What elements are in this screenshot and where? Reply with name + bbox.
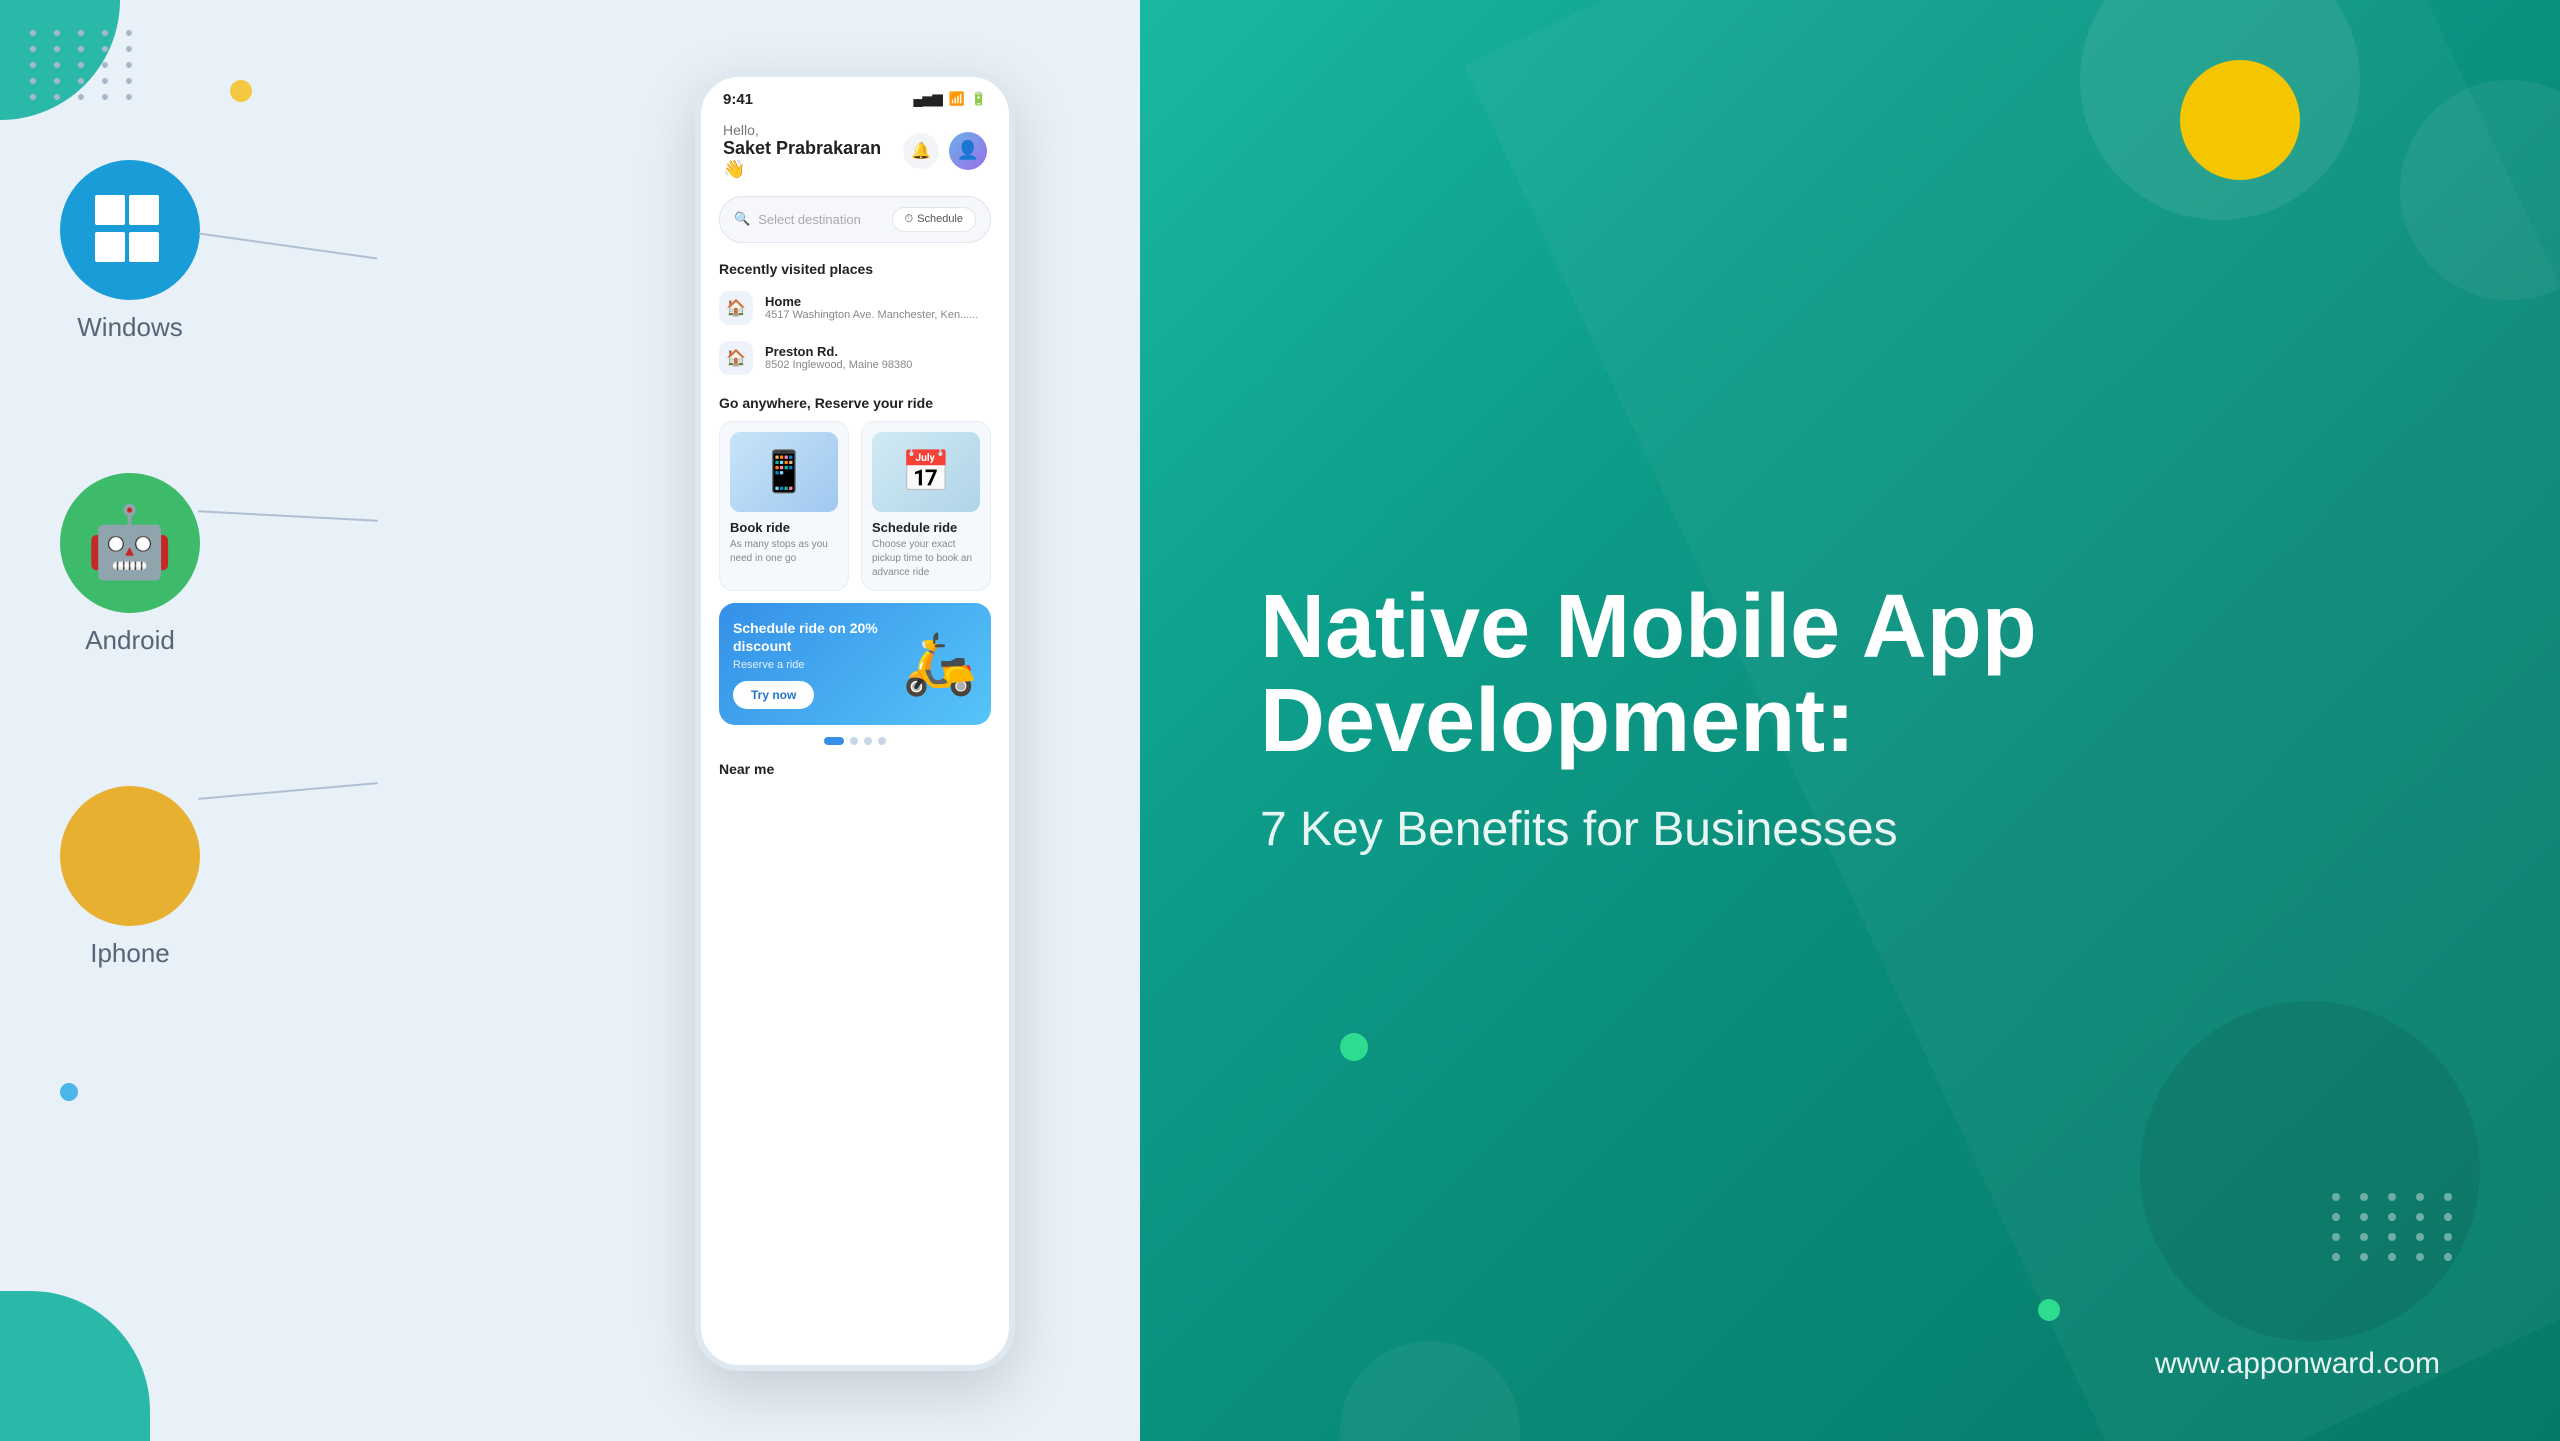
- main-title-line1: Native Mobile App: [1260, 577, 2037, 677]
- bg-circle-3: [2140, 1001, 2480, 1341]
- yellow-circle-top: [2180, 60, 2300, 180]
- windows-circle: [60, 160, 200, 300]
- book-ride-card[interactable]: 📱 Book ride As many stops as you need in…: [719, 421, 849, 591]
- connector-android: [198, 510, 378, 521]
- recently-visited-title: Recently visited places: [701, 249, 1009, 283]
- main-heading: Native Mobile App Development:: [1260, 580, 2440, 769]
- promo-subtitle: Reserve a ride: [733, 659, 902, 671]
- preston-icon: 🏠: [719, 341, 753, 375]
- connector-windows: [199, 232, 378, 259]
- dot-2: [850, 737, 858, 745]
- iphone-circle: [60, 786, 200, 926]
- clock-icon: ⏱: [905, 213, 914, 226]
- greeting-text: Hello, Saket Prabrakaran 👋: [723, 122, 903, 180]
- schedule-button[interactable]: ⏱ Schedule: [892, 207, 976, 232]
- dot-3: [864, 737, 872, 745]
- search-placeholder: Select destination: [758, 212, 861, 227]
- book-ride-desc: As many stops as you need in one go: [730, 538, 838, 566]
- connector-iphone: [198, 782, 377, 800]
- android-icon: 🤖: [86, 502, 173, 584]
- schedule-ride-desc: Choose your exact pickup time to book an…: [872, 538, 980, 580]
- battery-icon: 🔋: [971, 91, 987, 107]
- search-input-area[interactable]: 🔍 Select destination: [734, 211, 861, 227]
- blue-dot-left: [60, 1083, 78, 1101]
- user-name: Saket Prabrakaran 👋: [723, 138, 903, 180]
- home-name: Home: [765, 294, 978, 309]
- middle-panel: 9:41 ▄▅▆ 📶 🔋 Hello, Saket Prabrakaran 👋 …: [570, 0, 1140, 1441]
- yellow-dot-left: [230, 80, 252, 102]
- main-title-line2: Development:: [1260, 671, 1855, 771]
- schedule-ride-image: 📅: [872, 432, 980, 512]
- android-circle: 🤖: [60, 473, 200, 613]
- platform-list: Windows 🤖 Android Iphone: [60, 160, 200, 969]
- book-ride-title: Book ride: [730, 520, 838, 535]
- dots-grid-right: [2332, 1193, 2460, 1261]
- windows-label: Windows: [77, 312, 182, 343]
- bg-circle-2: [2400, 80, 2560, 300]
- near-me-title: Near me: [701, 753, 1009, 785]
- dot-1: [824, 737, 844, 745]
- time-display: 9:41: [723, 91, 753, 108]
- iphone-label: Iphone: [90, 938, 170, 969]
- platform-item-windows: Windows: [60, 160, 200, 343]
- promo-image: 🛵: [902, 628, 977, 699]
- home-details: Home 4517 Washington Ave. Manchester, Ke…: [765, 294, 978, 321]
- bg-circle-4: [1340, 1341, 1520, 1441]
- preston-details: Preston Rd. 8502 Inglewood, Maine 98380: [765, 344, 912, 371]
- platform-item-iphone: Iphone: [60, 786, 200, 969]
- schedule-ride-title: Schedule ride: [872, 520, 980, 535]
- place-item-preston[interactable]: 🏠 Preston Rd. 8502 Inglewood, Maine 9838…: [701, 333, 1009, 383]
- preston-name: Preston Rd.: [765, 344, 912, 359]
- promo-content: Schedule ride on 20% discount Reserve a …: [733, 619, 902, 709]
- status-icons: ▄▅▆ 📶 🔋: [913, 91, 987, 107]
- go-anywhere-title: Go anywhere, Reserve your ride: [701, 383, 1009, 417]
- schedule-label: Schedule: [917, 213, 963, 225]
- promo-banner: Schedule ride on 20% discount Reserve a …: [719, 603, 991, 725]
- notification-button[interactable]: 🔔: [903, 133, 939, 169]
- status-bar: 9:41 ▄▅▆ 📶 🔋: [701, 77, 1009, 116]
- schedule-ride-card[interactable]: 📅 Schedule ride Choose your exact pickup…: [861, 421, 991, 591]
- carousel-dots: [701, 737, 1009, 745]
- search-bar[interactable]: 🔍 Select destination ⏱ Schedule: [719, 196, 991, 243]
- preston-address: 8502 Inglewood, Maine 98380: [765, 359, 912, 371]
- platform-item-android: 🤖 Android: [60, 473, 200, 656]
- right-panel: Native Mobile App Development: 7 Key Ben…: [1140, 0, 2560, 1441]
- green-dot-2: [2038, 1299, 2060, 1321]
- left-panel: Windows 🤖 Android Iphone: [0, 0, 570, 1441]
- try-now-button[interactable]: Try now: [733, 681, 814, 709]
- book-ride-illustration: 📱: [759, 448, 809, 495]
- home-icon: 🏠: [719, 291, 753, 325]
- promo-title: Schedule ride on 20% discount: [733, 619, 902, 655]
- android-label: Android: [85, 625, 175, 656]
- phone-mockup: 9:41 ▄▅▆ 📶 🔋 Hello, Saket Prabrakaran 👋 …: [695, 71, 1015, 1371]
- hello-text: Hello,: [723, 122, 903, 138]
- teal-corner-bl: [0, 1291, 150, 1441]
- header-actions: 🔔 👤: [903, 132, 987, 170]
- greeting-section: Hello, Saket Prabrakaran 👋 🔔 👤: [701, 116, 1009, 190]
- wifi-icon: 📶: [949, 91, 965, 107]
- dot-pattern-top: [30, 30, 140, 100]
- green-dot-1: [1340, 1033, 1368, 1061]
- signal-icon: ▄▅▆: [913, 91, 942, 107]
- dot-4: [878, 737, 886, 745]
- sub-heading: 7 Key Benefits for Businesses: [1260, 799, 2440, 861]
- website-url: www.apponward.com: [2155, 1347, 2440, 1381]
- home-address: 4517 Washington Ave. Manchester, Ken....…: [765, 309, 978, 321]
- place-item-home[interactable]: 🏠 Home 4517 Washington Ave. Manchester, …: [701, 283, 1009, 333]
- schedule-ride-illustration: 📅: [901, 448, 951, 495]
- search-icon: 🔍: [734, 211, 750, 227]
- book-ride-image: 📱: [730, 432, 838, 512]
- ride-cards-container: 📱 Book ride As many stops as you need in…: [701, 421, 1009, 591]
- avatar[interactable]: 👤: [949, 132, 987, 170]
- windows-logo-icon: [95, 195, 165, 265]
